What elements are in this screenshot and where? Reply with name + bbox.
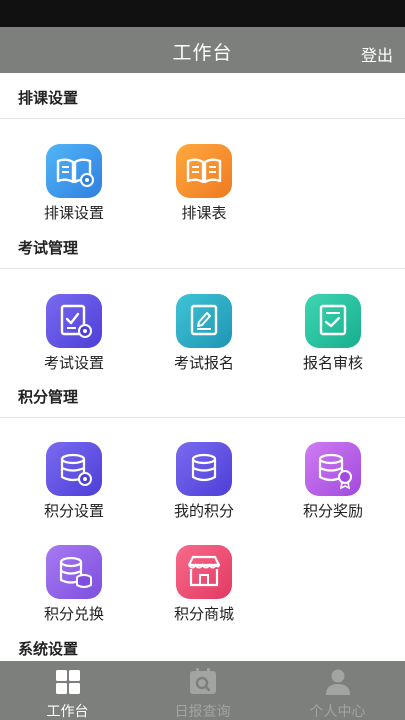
tab-workbench[interactable]: 工作台 (0, 661, 135, 720)
person-icon (326, 669, 350, 695)
exam-gear-icon (46, 294, 102, 348)
page-title: 工作台 (172, 42, 233, 64)
checklist-icon (305, 294, 361, 348)
tile-label: 考试设置 (43, 354, 104, 372)
section-header-points: 积分管理 (0, 372, 405, 418)
tile-label: 排课设置 (43, 204, 104, 222)
tile-label: 积分奖励 (302, 502, 363, 520)
logout-button[interactable]: 登出 (361, 42, 393, 66)
store-icon (176, 545, 232, 599)
database-exchange-icon (46, 545, 102, 599)
section-header-system: 系统设置 (0, 624, 405, 661)
tab-label: 日报查询 (174, 704, 231, 720)
tile-label: 积分设置 (43, 502, 104, 520)
tab-profile[interactable]: 个人中心 (270, 661, 405, 720)
section-header-exams: 考试管理 (0, 223, 405, 269)
edit-document-icon (176, 294, 232, 348)
tile-points-mall[interactable]: 积分商城 (154, 545, 254, 625)
tile-exam-settings[interactable]: 考试设置 (24, 294, 124, 374)
tile-label: 排课表 (181, 204, 227, 222)
section-title: 积分管理 (18, 388, 79, 406)
section-title: 系统设置 (18, 640, 79, 658)
tile-label: 考试报名 (173, 354, 234, 372)
section-header-scheduling: 排课设置 (0, 73, 405, 119)
book-icon (176, 144, 232, 198)
database-medal-icon (305, 442, 361, 496)
tile-my-points[interactable]: 我的积分 (154, 442, 254, 522)
tab-label: 工作台 (46, 704, 89, 720)
app-header: 工作台 登出 (0, 27, 405, 73)
tile-label: 积分兑换 (43, 605, 104, 623)
tile-registration-review[interactable]: 报名审核 (283, 294, 383, 374)
tile-schedule-table[interactable]: 排课表 (154, 144, 254, 224)
tile-label: 我的积分 (173, 502, 234, 520)
tab-label: 个人中心 (309, 704, 366, 720)
tile-label: 报名审核 (302, 354, 363, 372)
tile-points-exchange[interactable]: 积分兑换 (24, 545, 124, 625)
tab-daily-report[interactable]: 日报查询 (135, 661, 270, 720)
section-title: 考试管理 (18, 239, 79, 257)
calendar-search-icon (190, 668, 216, 694)
status-bar (0, 0, 405, 27)
workbench-content[interactable]: 排课设置 排课设置 排课表 考试管理 考试设置 考试报名 报名审核 积分管理 积… (0, 73, 405, 661)
grid-icon (56, 670, 80, 694)
tile-schedule-settings[interactable]: 排课设置 (24, 144, 124, 224)
section-title: 排课设置 (18, 89, 79, 107)
bottom-tabbar: 工作台 日报查询 个人中心 (0, 661, 405, 720)
tile-points-reward[interactable]: 积分奖励 (283, 442, 383, 522)
tile-exam-registration[interactable]: 考试报名 (154, 294, 254, 374)
database-icon (176, 442, 232, 496)
tile-points-settings[interactable]: 积分设置 (24, 442, 124, 522)
database-gear-icon (46, 442, 102, 496)
book-gear-icon (46, 144, 102, 198)
tile-label: 积分商城 (173, 605, 234, 623)
